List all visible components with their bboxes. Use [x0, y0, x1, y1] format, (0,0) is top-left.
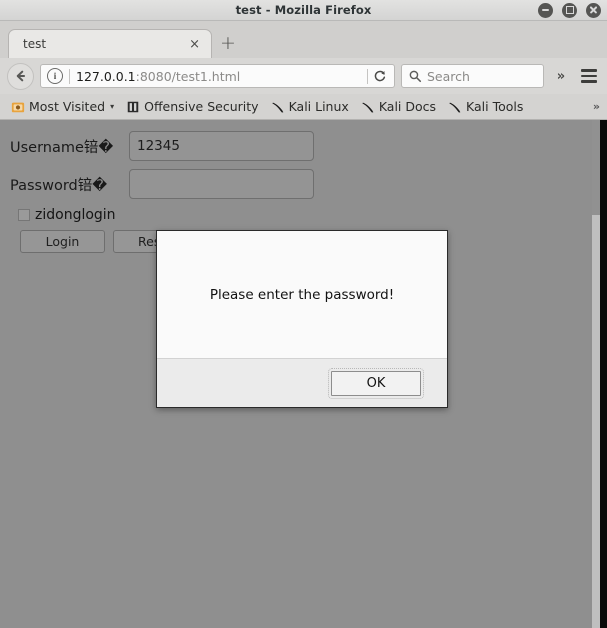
url-host: 127.0.0.1	[76, 68, 136, 84]
navigation-toolbar: i 127.0.0.1:8080/test1.html Search »	[0, 58, 607, 94]
url-bar[interactable]: i 127.0.0.1:8080/test1.html	[40, 64, 395, 88]
modal-overlay: Please enter the password! OK	[0, 120, 607, 628]
offensive-security-icon	[127, 101, 139, 112]
window-titlebar: test - Mozilla Firefox	[0, 0, 607, 21]
chevron-down-icon[interactable]: ▾	[110, 102, 114, 111]
bookmark-kali-tools[interactable]: Kali Tools	[443, 97, 528, 116]
bookmark-label: Most Visited	[29, 99, 106, 114]
bookmarks-overflow-button[interactable]: »	[593, 100, 600, 113]
kali-dragon-icon	[271, 102, 283, 113]
bookmark-kali-linux[interactable]: Kali Linux	[266, 97, 354, 116]
bookmark-kali-docs[interactable]: Kali Docs	[356, 97, 441, 116]
browser-tab-test[interactable]: test ×	[8, 29, 212, 58]
back-arrow-icon[interactable]	[7, 62, 34, 90]
ok-button[interactable]: OK	[328, 367, 424, 399]
alert-message: Please enter the password!	[209, 286, 395, 303]
bookmark-label: Kali Linux	[288, 99, 349, 114]
page-content: Username锫� Password锫� zidonglogin Login …	[0, 120, 607, 628]
kali-dragon-icon	[362, 102, 374, 113]
kali-dragon-icon	[449, 102, 461, 113]
url-separator	[69, 68, 70, 84]
reload-icon[interactable]	[368, 69, 392, 83]
close-icon[interactable]	[586, 2, 601, 18]
search-icon	[409, 70, 422, 83]
tab-strip: test × +	[0, 21, 607, 58]
tab-label: test	[23, 37, 47, 51]
url-path: :8080/test1.html	[135, 68, 241, 84]
bookmarks-bar: Most Visited ▾ Offensive Security Kali L…	[0, 94, 607, 120]
url-text: 127.0.0.1:8080/test1.html	[76, 69, 367, 84]
window-title: test - Mozilla Firefox	[235, 3, 372, 17]
tab-close-icon[interactable]: ×	[186, 38, 203, 51]
alert-dialog-body: Please enter the password!	[157, 231, 447, 358]
bookmark-offensive-security[interactable]: Offensive Security	[121, 97, 263, 116]
most-visited-icon	[11, 102, 25, 112]
alert-dialog-footer: OK	[157, 358, 447, 407]
search-input[interactable]: Search	[427, 69, 470, 84]
minimize-icon[interactable]	[538, 2, 553, 18]
new-tab-button[interactable]: +	[213, 29, 243, 58]
info-icon[interactable]: i	[47, 68, 63, 84]
maximize-icon[interactable]	[562, 2, 577, 18]
toolbar-overflow-button[interactable]: »	[550, 69, 572, 84]
bookmark-most-visited[interactable]: Most Visited ▾	[6, 97, 119, 116]
bookmark-label: Kali Docs	[378, 99, 437, 114]
bookmark-label: Offensive Security	[144, 99, 259, 114]
search-bar[interactable]: Search	[401, 64, 544, 88]
firefox-window: test - Mozilla Firefox test × + i 127.0.	[0, 0, 607, 628]
alert-dialog: Please enter the password! OK	[156, 230, 448, 408]
hamburger-menu-icon[interactable]	[578, 65, 600, 87]
bookmark-label: Kali Tools	[466, 99, 524, 114]
window-controls	[538, 0, 601, 20]
